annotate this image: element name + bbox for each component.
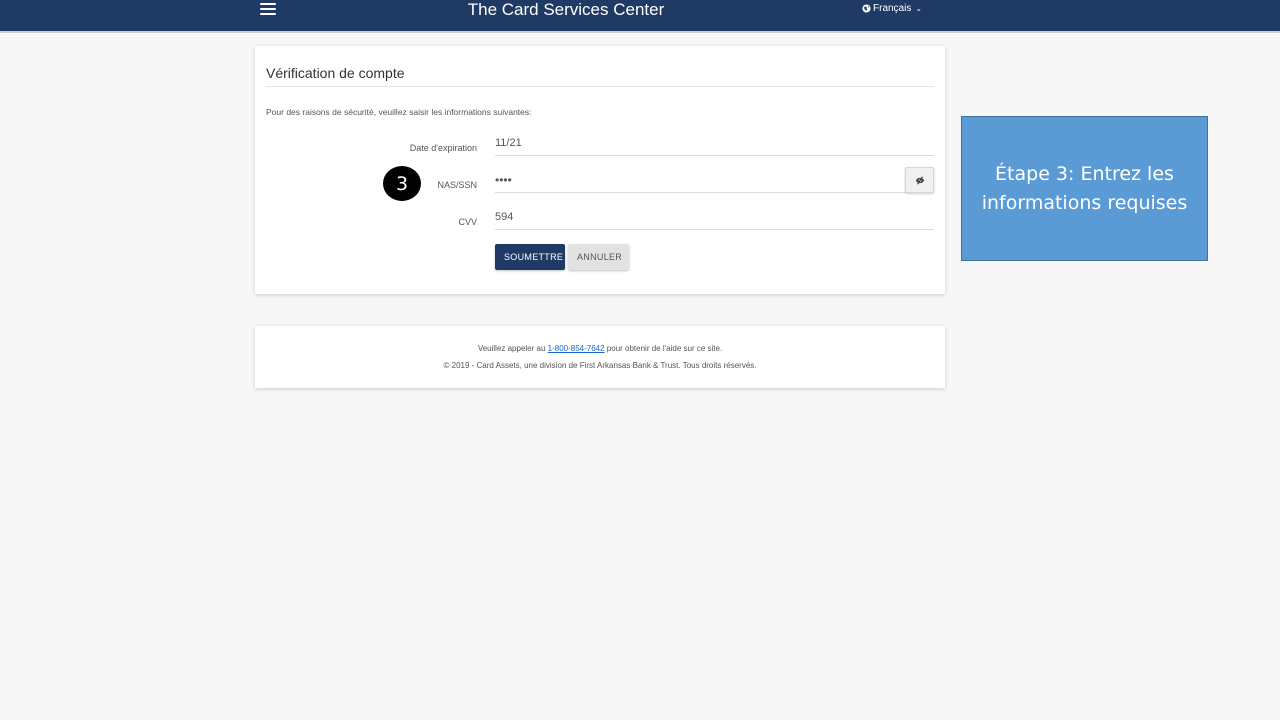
- step-callout: Étape 3: Entrez les informations requise…: [961, 116, 1208, 261]
- help-text: Veuillez appeler au 1-800-854-7642 pour …: [255, 344, 945, 353]
- eye-slash-icon: [915, 175, 924, 185]
- help-text-prefix: Veuillez appeler au: [477, 344, 548, 353]
- phone-link[interactable]: 1-800-854-7642: [548, 344, 605, 353]
- expiration-date-field[interactable]: [495, 131, 934, 156]
- card-title: Vérification de compte: [266, 65, 405, 81]
- help-text-suffix: pour obtenir de l'aide sur ce site.: [604, 344, 723, 353]
- cancel-button[interactable]: ANNULER: [568, 244, 629, 270]
- account-verification-card: Vérification de compte Pour des raisons …: [255, 46, 945, 294]
- footer-card: Veuillez appeler au 1-800-854-7642 pour …: [255, 326, 945, 388]
- top-navbar: The Card Services Center Français ⌄: [0, 0, 1280, 33]
- ssn-field[interactable]: [495, 168, 934, 193]
- instruction-text: Pour des raisons de sécurité, veuillez s…: [266, 107, 532, 117]
- language-label: Français: [873, 3, 912, 14]
- cvv-field[interactable]: [495, 205, 934, 230]
- submit-button[interactable]: SOUMETTRE: [495, 244, 565, 270]
- globe-icon: [862, 4, 871, 13]
- copyright-text: © 2019 - Card Assets, une division de Fi…: [443, 361, 757, 370]
- title-divider: [266, 86, 934, 87]
- step-number-badge: 3: [383, 166, 421, 201]
- chevron-down-icon: ⌄: [915, 4, 923, 13]
- expiration-date-label: Date d'expiration: [409, 143, 477, 153]
- language-selector[interactable]: Français ⌄: [862, 3, 922, 14]
- app-title: The Card Services Center: [467, 0, 665, 19]
- toggle-visibility-button[interactable]: [905, 167, 934, 193]
- ssn-label: NAS/SSN: [437, 180, 477, 190]
- cvv-label: CVV: [458, 217, 477, 227]
